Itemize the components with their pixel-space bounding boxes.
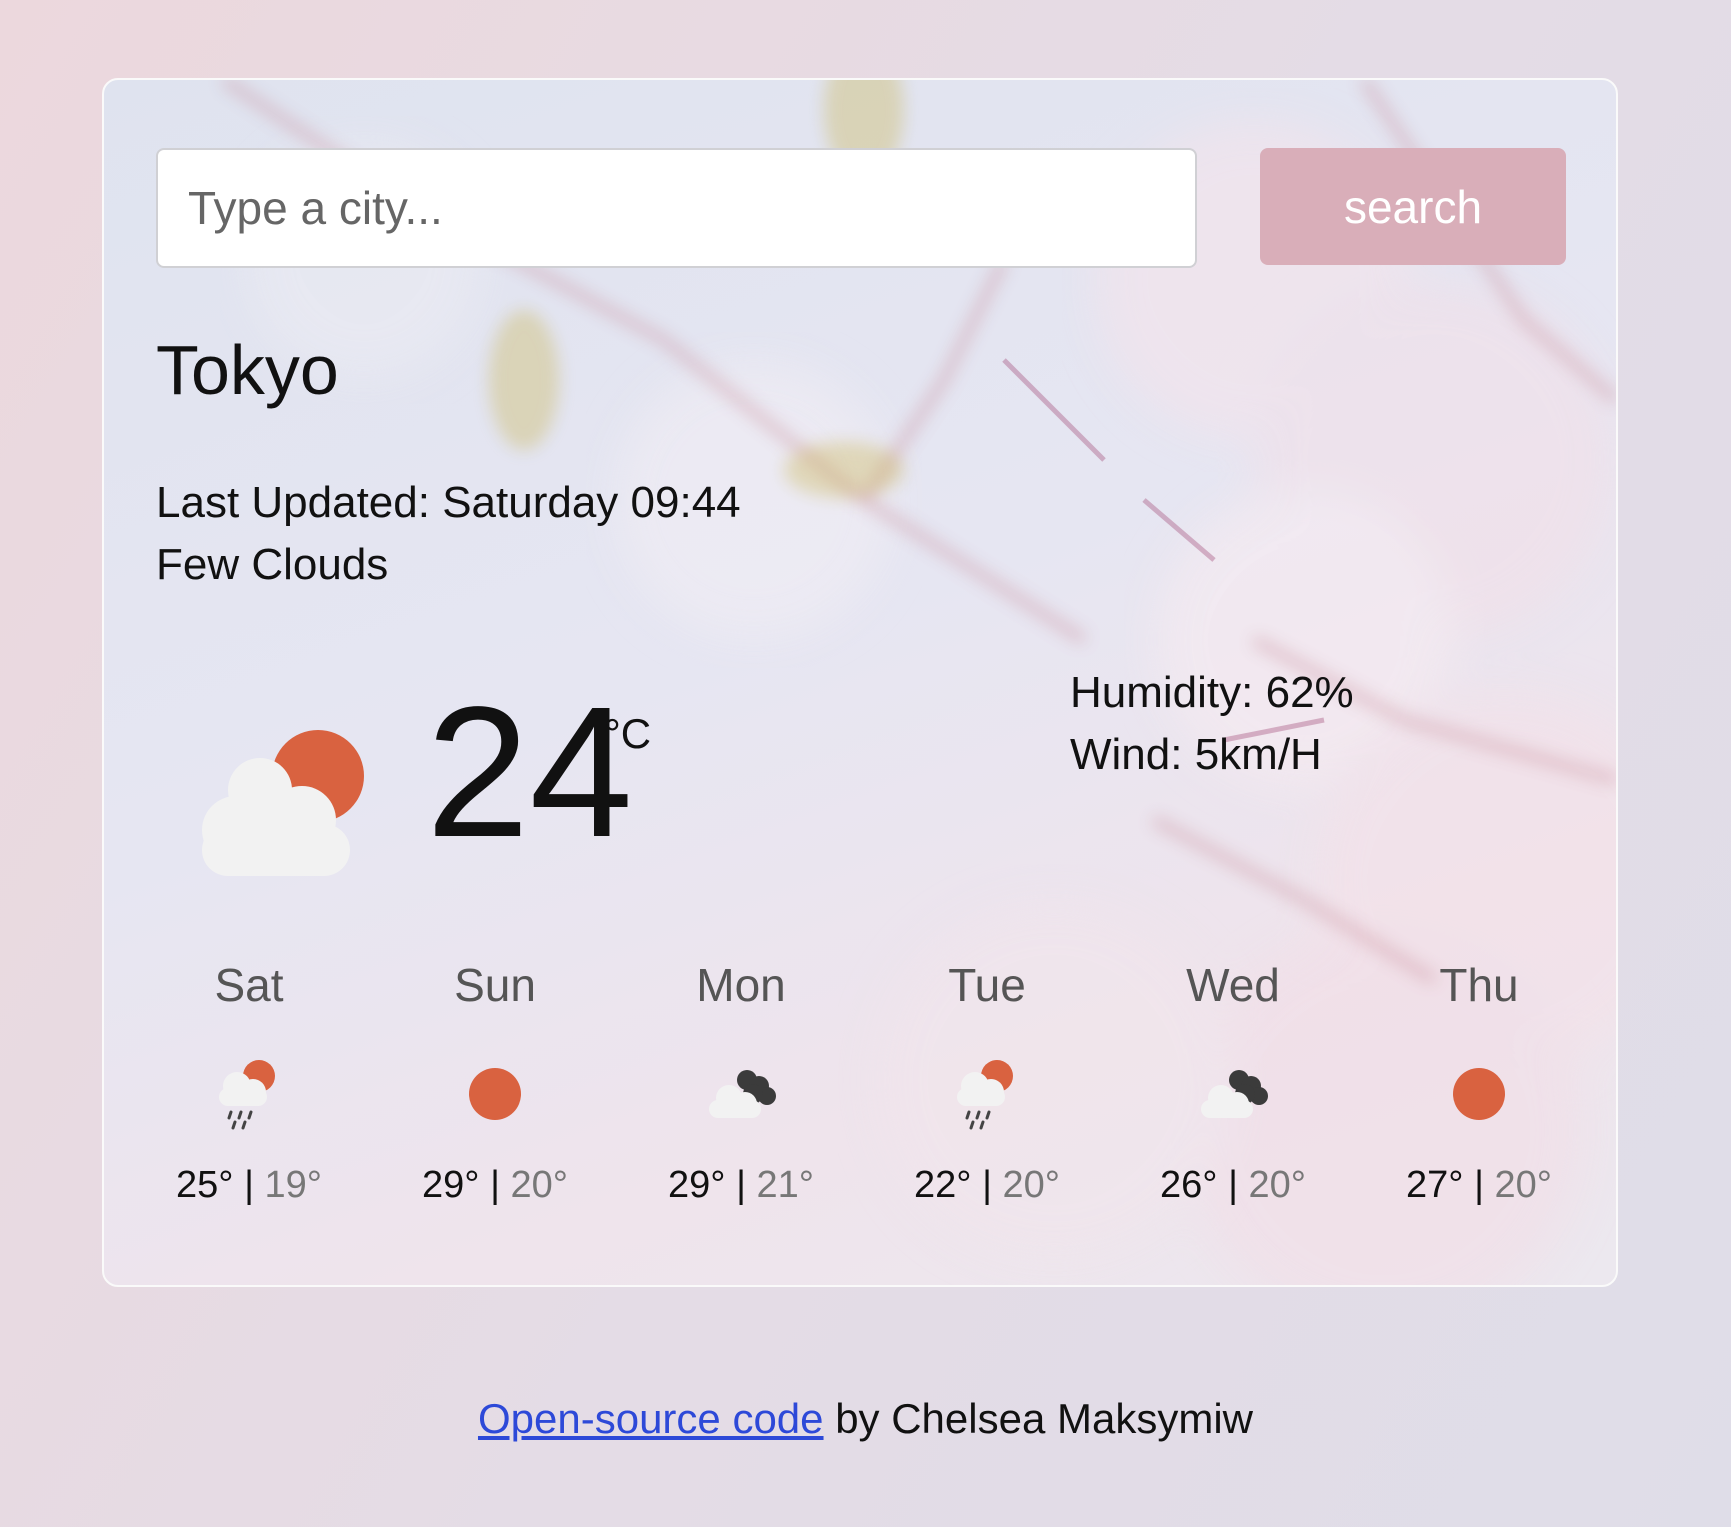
forecast-day-name: Thu: [1439, 959, 1519, 1011]
rain-sun-icon: [219, 1060, 275, 1130]
forecast-min-temp: 19°: [264, 1164, 322, 1206]
partly-cloudy-icon: [202, 730, 364, 876]
humidity-text: Humidity: 62%: [1070, 668, 1354, 717]
footer: Open-source code by Chelsea Maksymiw: [0, 1395, 1731, 1443]
forecast-row: Sat 25° | 19° Sun 29° | 20° Mon 29° | 21…: [104, 950, 1616, 1210]
forecast-day: Sun 29° | 20°: [385, 950, 605, 1210]
rain-sun-icon: [957, 1060, 1013, 1130]
last-updated-text: Last Updated: Saturday 09:44: [156, 478, 741, 527]
dark-cloud-icon: [709, 1070, 776, 1118]
forecast-day-name: Wed: [1186, 959, 1280, 1011]
forecast-max-temp: 29°: [668, 1164, 726, 1206]
weather-description: Few Clouds: [156, 540, 389, 589]
footer-author: by Chelsea Maksymiw: [823, 1395, 1253, 1442]
forecast-min-temp: 21°: [756, 1164, 814, 1206]
weather-card: search Tokyo Last Updated: Saturday 09:4…: [102, 78, 1618, 1287]
forecast-max-temp: 26°: [1160, 1164, 1218, 1206]
forecast-day-name: Tue: [948, 959, 1026, 1011]
forecast-temp-separator: |: [1474, 1164, 1484, 1206]
forecast-max-temp: 29°: [422, 1164, 480, 1206]
forecast-min-temp: 20°: [1002, 1164, 1060, 1206]
current-temperature: 24: [426, 669, 633, 876]
forecast-temp-separator: |: [982, 1164, 992, 1206]
sun-icon: [469, 1068, 521, 1120]
wind-text: Wind: 5km/H: [1070, 730, 1322, 779]
forecast-min-temp: 20°: [1248, 1164, 1306, 1206]
search-button[interactable]: search: [1260, 148, 1566, 265]
sun-icon: [1453, 1068, 1505, 1120]
dark-cloud-icon: [1201, 1070, 1268, 1118]
city-search-input[interactable]: [156, 148, 1197, 268]
forecast-day: Tue 22° | 20°: [877, 950, 1097, 1210]
forecast-max-temp: 22°: [914, 1164, 972, 1206]
forecast-max-temp: 27°: [1406, 1164, 1464, 1206]
forecast-day-name: Mon: [696, 959, 786, 1011]
city-name: Tokyo: [156, 331, 339, 409]
forecast-min-temp: 20°: [1494, 1164, 1552, 1206]
forecast-day: Sat 25° | 19°: [139, 950, 359, 1210]
forecast-day: Wed 26° | 20°: [1123, 950, 1343, 1210]
forecast-temp-separator: |: [736, 1164, 746, 1206]
forecast-temp-separator: |: [490, 1164, 500, 1206]
forecast-day-name: Sun: [454, 959, 536, 1011]
open-source-code-link[interactable]: Open-source code: [478, 1395, 824, 1442]
forecast-min-temp: 20°: [510, 1164, 568, 1206]
forecast-day-name: Sat: [214, 959, 284, 1011]
forecast-day: Mon 29° | 21°: [631, 950, 851, 1210]
forecast-max-temp: 25°: [176, 1164, 234, 1206]
forecast-temp-separator: |: [1228, 1164, 1238, 1206]
temperature-unit: °C: [604, 710, 652, 757]
forecast-temp-separator: |: [244, 1164, 254, 1206]
forecast-day: Thu 27° | 20°: [1369, 950, 1589, 1210]
